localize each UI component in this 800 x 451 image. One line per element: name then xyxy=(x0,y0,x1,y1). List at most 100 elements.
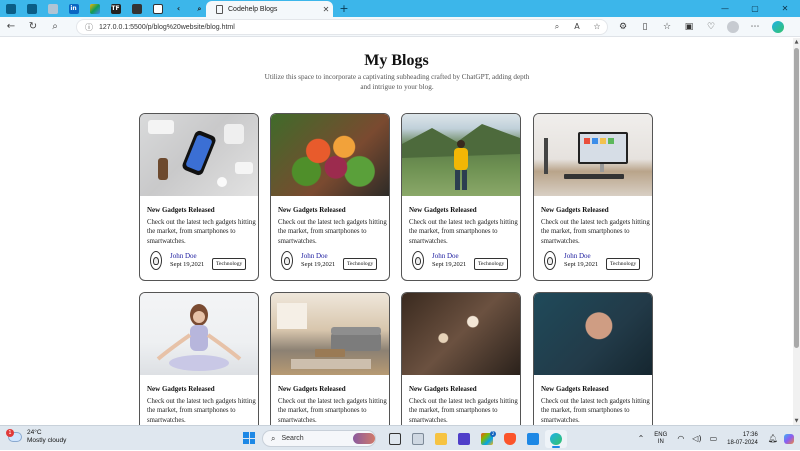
card-title: New Gadgets Released xyxy=(278,206,346,214)
taskbar-app-widget[interactable] xyxy=(407,430,429,448)
read-aloud-icon[interactable]: A xyxy=(567,22,587,32)
refresh-button[interactable]: ↻ xyxy=(22,17,44,37)
window-controls: — ▢ ✕ xyxy=(710,0,800,17)
back-button[interactable]: ← xyxy=(0,17,22,37)
close-window-button[interactable]: ✕ xyxy=(770,0,800,17)
living-room-photo xyxy=(271,293,389,375)
copilot-tray-icon[interactable] xyxy=(784,433,794,444)
card-date: Sept 19,2021 xyxy=(301,261,336,268)
new-tab-button[interactable]: + xyxy=(337,2,351,15)
maximize-button[interactable]: ▢ xyxy=(740,0,770,17)
blog-card[interactable]: New Gadgets Released Check out the lates… xyxy=(270,113,390,281)
browser-tab-strip: in TF ‹ ⌕ Codehelp Blogs ✕ + — ▢ ✕ xyxy=(0,0,800,17)
pinned-tab-back[interactable]: ‹ xyxy=(168,0,189,17)
document-icon xyxy=(216,4,223,14)
salad-photo xyxy=(271,114,389,196)
blog-card[interactable]: New Gadgets Released Check out the lates… xyxy=(533,113,653,281)
favorite-star-icon[interactable]: ☆ xyxy=(587,22,607,32)
task-view-button[interactable] xyxy=(384,430,406,448)
card-author[interactable]: John Doe xyxy=(564,252,591,260)
card-description: Check out the latest tech gadgets hittin… xyxy=(409,219,518,245)
address-bar-actions: ⌕ A ☆ xyxy=(547,22,607,32)
pinned-tab-drive[interactable] xyxy=(84,0,105,17)
taskbar-app-brave[interactable] xyxy=(499,430,521,448)
pinned-tab-mail[interactable] xyxy=(42,0,63,17)
pinned-tab-app[interactable] xyxy=(126,0,147,17)
more-menu-icon[interactable]: ⋯ xyxy=(744,22,766,32)
browser-toolbar: ⚙ ▯ ☆ ▣ ♡ ⋯ xyxy=(612,17,784,37)
card-tag[interactable]: Technology xyxy=(343,258,378,270)
tab-codehelp-blogs[interactable]: Codehelp Blogs ✕ xyxy=(206,1,333,17)
search-highlight-icon xyxy=(353,433,375,444)
profile-avatar-icon[interactable] xyxy=(727,21,739,33)
blog-card[interactable]: New Gadgets Released Check out the lates… xyxy=(533,292,653,425)
workspaces-icon[interactable] xyxy=(21,0,42,17)
blog-page: My Blogs Utilize this space to incorpora… xyxy=(0,38,793,425)
taskbar-app-store[interactable]: 2 xyxy=(476,430,498,448)
card-tag[interactable]: Technology xyxy=(212,258,247,270)
scroll-up-arrow-icon[interactable]: ▲ xyxy=(793,39,800,45)
blog-card[interactable]: New Gadgets Released Check out the lates… xyxy=(401,113,521,281)
volume-icon[interactable]: ◁) xyxy=(692,434,701,443)
blog-card[interactable]: New Gadgets Released Check out the lates… xyxy=(139,113,259,281)
pinned-tab-chatgpt[interactable] xyxy=(147,0,168,17)
card-description: Check out the latest tech gadgets hittin… xyxy=(147,398,256,424)
input-language[interactable]: ENG IN xyxy=(654,432,667,446)
system-tray: ⌃ ENG IN ◠ ◁) ▭ 17:36 18-07-2024 🔔︎ xyxy=(634,426,800,451)
clock-time: 17:36 xyxy=(742,431,758,438)
taskbar-app-file-explorer[interactable] xyxy=(430,430,452,448)
task-view-icon xyxy=(389,433,401,445)
blog-card[interactable]: New Gadgets Released Check out the lates… xyxy=(401,292,521,425)
yoga-photo xyxy=(140,293,258,375)
tab-title: Codehelp Blogs xyxy=(228,5,278,13)
taskbar-app-ide[interactable] xyxy=(453,430,475,448)
taskbar-app-vscode[interactable] xyxy=(522,430,544,448)
minimize-button[interactable]: — xyxy=(710,0,740,17)
page-scrollbar[interactable]: ▲ ▼ xyxy=(793,38,800,425)
collections-icon[interactable]: ▣ xyxy=(678,22,700,32)
card-author[interactable]: John Doe xyxy=(301,252,328,260)
gadgets-photo xyxy=(140,114,258,196)
page-subtitle: Utilize this space to incorporate a capt… xyxy=(264,73,530,91)
search-button[interactable]: ⌕ xyxy=(44,17,66,37)
clock[interactable]: 17:36 18-07-2024 xyxy=(727,431,758,447)
blog-card[interactable]: New Gadgets Released Check out the lates… xyxy=(139,292,259,425)
site-info-icon[interactable]: ⓘ xyxy=(85,22,93,33)
author-avatar-icon xyxy=(150,251,162,270)
battery-icon[interactable]: ▭ xyxy=(710,434,718,443)
scroll-down-arrow-icon[interactable]: ▼ xyxy=(793,418,800,424)
zoom-icon[interactable]: ⌕ xyxy=(547,22,567,32)
notification-bell-icon[interactable]: 🔔︎ xyxy=(768,434,778,443)
card-tag[interactable]: Technology xyxy=(606,258,641,270)
taskbar-app-edge[interactable] xyxy=(545,430,567,448)
blog-card[interactable]: New Gadgets Released Check out the lates… xyxy=(270,292,390,425)
desk-setup-photo-art xyxy=(544,132,628,179)
scrollbar-thumb[interactable] xyxy=(794,48,799,348)
close-tab-icon[interactable]: ✕ xyxy=(319,5,333,14)
url-text[interactable]: 127.0.0.1:5500/p/blog%20website/blog.htm… xyxy=(99,24,547,31)
weather-widget[interactable]: 1 24°C Mostly cloudy xyxy=(6,429,67,445)
start-button[interactable] xyxy=(243,432,255,444)
card-tag[interactable]: Technology xyxy=(474,258,509,270)
card-description: Check out the latest tech gadgets hittin… xyxy=(147,219,256,245)
copilot-icon[interactable] xyxy=(772,21,784,33)
pinned-tab-linkedin[interactable]: in xyxy=(63,0,84,17)
widget-icon xyxy=(412,433,424,445)
pinned-tab-news[interactable]: TF xyxy=(105,0,126,17)
taskbar-search[interactable]: ⌕ Search xyxy=(262,430,376,447)
weather-desc: Mostly cloudy xyxy=(27,437,67,444)
address-bar[interactable]: ⓘ 127.0.0.1:5500/p/blog%20website/blog.h… xyxy=(76,19,608,35)
card-author[interactable]: John Doe xyxy=(170,252,197,260)
tab-actions-icon[interactable] xyxy=(0,0,21,17)
browser-essentials-icon[interactable]: ♡ xyxy=(700,22,722,32)
show-hidden-icons-chevron-icon[interactable]: ⌃ xyxy=(638,434,645,443)
lang-line2: IN xyxy=(657,438,664,445)
extensions-icon[interactable]: ⚙ xyxy=(612,22,634,32)
living-room-photo-art xyxy=(277,303,381,369)
favorites-icon[interactable]: ☆ xyxy=(656,22,678,32)
wifi-icon[interactable]: ◠ xyxy=(677,434,684,443)
card-author[interactable]: John Doe xyxy=(432,252,459,260)
desk-setup-photo xyxy=(534,114,652,196)
card-description: Check out the latest tech gadgets hittin… xyxy=(541,219,650,245)
split-screen-icon[interactable]: ▯ xyxy=(634,22,656,32)
